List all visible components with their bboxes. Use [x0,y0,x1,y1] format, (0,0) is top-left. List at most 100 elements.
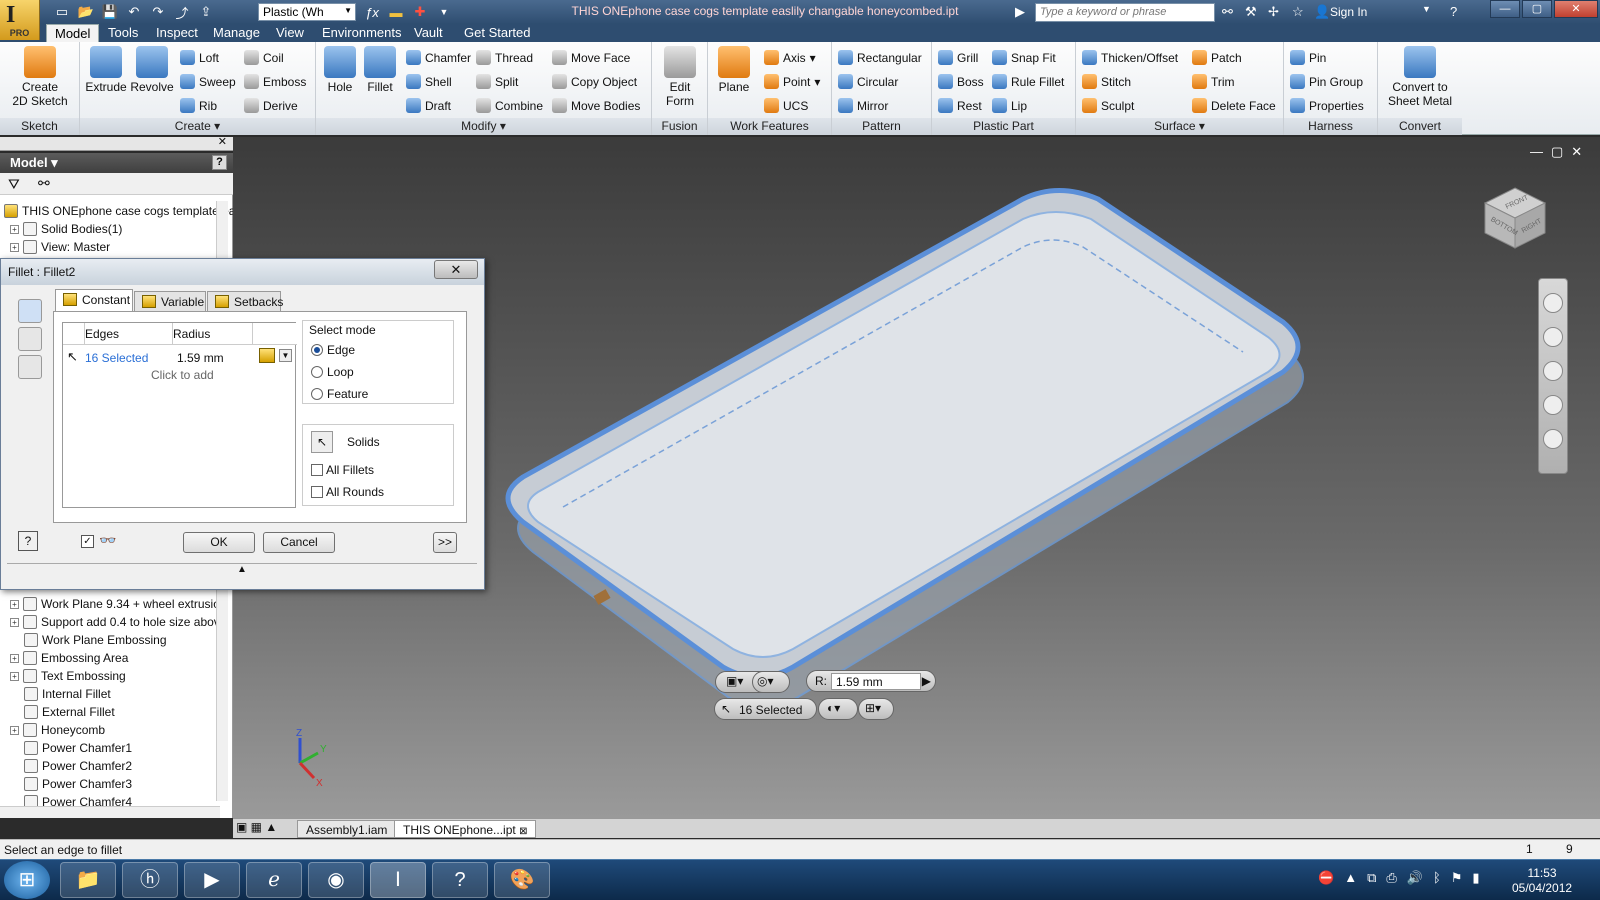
extrude-button[interactable]: Extrude [84,46,128,94]
fx-icon[interactable]: ƒx [362,5,382,20]
sculpt-button[interactable]: Sculpt [1082,98,1134,113]
loft-button[interactable]: Loft [180,50,219,65]
delete-face-button[interactable]: Delete Face [1192,98,1276,113]
pin-button[interactable]: Pin [1290,50,1326,65]
tree-node[interactable]: + Honeycomb [10,721,105,739]
arrow-right-icon[interactable]: ▶ [1015,4,1025,20]
stitch-button[interactable]: Stitch [1082,74,1131,89]
network-icon[interactable]: ⧉ [1367,870,1376,886]
application-menu-button[interactable]: I PRO [0,0,40,40]
point-button[interactable]: Point ▾ [764,74,820,89]
tree-node[interactable]: + Embossing Area [10,649,128,667]
face-fillet-mode-icon[interactable] [18,327,42,351]
internet-explorer-icon[interactable]: ℯ [246,862,302,898]
close-button[interactable]: ✕ [1554,0,1598,18]
add-icon[interactable]: ✚ [410,4,430,20]
expand-icon[interactable]: + [10,617,19,627]
undo-icon[interactable]: ↶ [124,4,144,20]
tree-node[interactable]: Power Chamfer1 [24,739,132,757]
bluetooth-icon[interactable]: ᛒ [1433,870,1441,886]
all-fillets-checkbox[interactable]: All Fillets [311,463,374,477]
tab-vault[interactable]: Vault [406,24,451,42]
doc-tab-part[interactable]: THIS ONEphone...ipt ⊠ [394,820,537,838]
derive-button[interactable]: Derive [244,98,298,113]
circular-pattern-button[interactable]: Circular [838,74,898,89]
zoom-icon[interactable] [1543,361,1563,381]
browser-header[interactable]: Model ▾? [0,153,233,173]
expand-icon[interactable]: + [10,671,19,681]
help-icon[interactable]: ? [432,862,488,898]
search-input[interactable]: Type a keyword or phrase [1035,3,1215,22]
maximize-button[interactable]: ▢ [1522,0,1552,18]
notification-icon[interactable]: ⛔ [1318,870,1334,886]
expand-icon[interactable]: + [10,224,19,234]
arrow-right-icon[interactable]: ▶ [922,674,931,688]
tree-node-solid-bodies[interactable]: + Solid Bodies(1) [10,220,122,238]
satellite-icon[interactable]: ✢ [1268,4,1279,20]
lip-button[interactable]: Lip [992,98,1027,113]
mini-toolbar-selection[interactable]: ↖ 16 Selected [714,698,817,720]
rule-fillet-button[interactable]: Rule Fillet [992,74,1064,89]
user-icon[interactable]: 👤 [1314,4,1330,20]
radius-value[interactable]: 1.59 mm [177,351,224,365]
mirror-button[interactable]: Mirror [838,98,888,113]
mini-toolbar-continuity[interactable]: ◎▾ [752,671,790,693]
expand-icon[interactable]: + [10,725,19,735]
minimize-button[interactable]: — [1490,0,1520,18]
edge-select-icon[interactable] [259,348,275,363]
windows-start-icon[interactable]: ⊞ [4,861,50,899]
tree-node[interactable]: Power Chamfer2 [24,757,132,775]
click-to-add-row[interactable]: Click to add [151,368,214,382]
more-button[interactable]: >> [433,532,457,553]
tab-inspect[interactable]: Inspect [148,24,206,42]
tree-node[interactable]: Internal Fillet [24,685,111,703]
ok-button[interactable]: OK [183,532,255,553]
patch-button[interactable]: Patch [1192,50,1242,65]
restore-icon[interactable]: ▢ [1551,144,1563,160]
move-bodies-button[interactable]: Move Bodies [552,98,640,113]
copy-object-button[interactable]: Copy Object [552,74,637,89]
signal-icon[interactable]: ▮ [1472,870,1479,886]
hp-icon[interactable]: ⓗ [122,862,178,898]
radio-feature[interactable]: Feature [311,387,368,401]
grill-button[interactable]: Grill [938,50,978,65]
boss-button[interactable]: Boss [938,74,984,89]
minimize-icon[interactable]: — [1530,144,1543,160]
return-icon[interactable]: ⤴ [172,3,192,22]
edit-form-button[interactable]: Edit Form [658,46,702,108]
new-icon[interactable]: ▭ [52,4,72,20]
tree-node[interactable]: Power Chamfer3 [24,775,132,793]
tab-setbacks[interactable]: Setbacks [207,291,283,311]
tab-variable[interactable]: Variable [134,291,206,311]
tree-node[interactable]: Work Plane Embossing [24,631,167,649]
draft-button[interactable]: Draft [406,98,451,113]
solids-select-icon[interactable]: ↖ [311,431,333,453]
dialog-close-button[interactable]: ✕ [434,260,478,279]
tree-horizontal-scrollbar[interactable] [0,806,220,818]
full-round-fillet-mode-icon[interactable] [18,355,42,379]
clock[interactable]: 11:53 05/04/2012 [1512,866,1572,896]
tab-model[interactable]: Model [46,24,100,42]
fillet-button[interactable]: Fillet [360,46,400,94]
thread-button[interactable]: Thread [476,50,533,65]
snap-fit-button[interactable]: Snap Fit [992,50,1056,65]
pan-icon[interactable] [1543,327,1563,347]
tab-view[interactable]: View [268,24,312,42]
tab-constant[interactable]: Constant [55,289,133,311]
chamfer-button[interactable]: Chamfer [406,50,471,65]
radio-loop[interactable]: Loop [311,365,354,379]
doc-tab-assembly[interactable]: Assembly1.iam [297,820,397,838]
update-icon[interactable]: ⇪ [196,4,216,20]
close-icon[interactable]: ⊠ [519,826,527,837]
sweep-button[interactable]: Sweep [180,74,236,89]
tree-node-part[interactable]: THIS ONEphone case cogs template ea [4,202,235,220]
expand-icon[interactable]: + [10,653,19,663]
preview-checkbox[interactable]: ✓ [81,535,94,548]
close-icon[interactable]: ✕ [218,135,227,148]
tree-node-view-master[interactable]: + View: Master [10,238,110,256]
filter-icon[interactable]: ⛛ [8,176,20,193]
redo-icon[interactable]: ↷ [148,4,168,20]
cancel-button[interactable]: Cancel [263,532,335,553]
color-override-icon[interactable]: ▬ [386,5,406,20]
radius-input[interactable]: 1.59 mm [831,673,921,690]
